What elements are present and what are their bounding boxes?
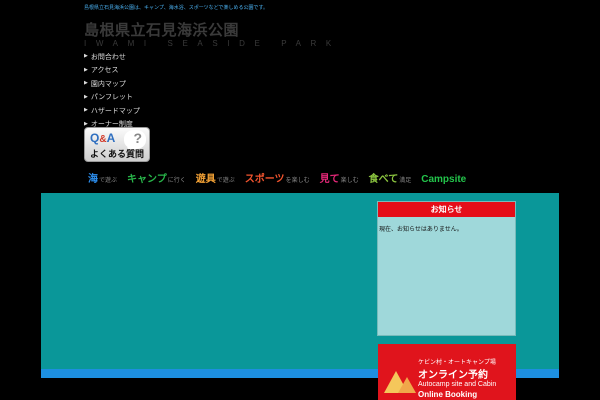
logo-english: IWAMI SEASIDE PARK — [84, 39, 341, 48]
category-menu: 海で遊ぶ キャンプ に行く 遊具 で遊ぶ スポーツ を楽しむ 見て 楽しむ 食べて 満足 … — [88, 170, 476, 186]
booking-english-subtitle: Autocamp site and Cabin — [418, 381, 497, 388]
menu-sea[interactable]: 海で遊ぶ — [88, 170, 117, 185]
menu-playground[interactable]: 遊具 で遊ぶ — [196, 170, 235, 185]
nav-item-label: パンフレット — [90, 93, 133, 102]
notice-body: 現在、お知らせはありません。 — [379, 226, 463, 233]
qa-a-letter: A — [106, 131, 116, 145]
notice-box: お知らせ 現在、お知らせはありません。 — [377, 201, 516, 336]
header-tagline: 島根県立石見海浜公園は、キャンプ、海水浴、スポーツなどで楽しめる公園です。 — [84, 4, 268, 12]
logo-japanese: 島根県立石見海浜公園 — [84, 21, 240, 39]
menu-sports-sub: を楽しむ — [285, 177, 310, 184]
faq-label: よくある質問 — [90, 150, 145, 160]
menu-sports-title: スポーツ — [244, 174, 285, 185]
menu-playground-title: 遊具 — [195, 174, 216, 185]
menu-food[interactable]: 食べて 満足 — [369, 170, 412, 185]
booking-title: オンライン予約 — [418, 370, 488, 381]
menu-sports[interactable]: スポーツ を楽しむ — [245, 170, 310, 185]
nav-item-hazard-map[interactable]: ▶ ハザードマップ — [84, 104, 140, 118]
nav-item-park-map[interactable]: ▶ 園内マップ — [84, 77, 140, 91]
nav-item-label: ハザードマップ — [90, 106, 140, 115]
booking-subtitle: ケビン村・オートキャンプ場 — [418, 359, 496, 366]
menu-camp-title: キャンプ — [127, 174, 167, 185]
menu-food-title: 食べて — [368, 174, 399, 185]
menu-camp[interactable]: キャンプ に行く — [127, 170, 186, 185]
triangle-icon: ▶ — [84, 80, 88, 87]
site-logo[interactable]: 島根県立石見海浜公園 IWAMI SEASIDE PARK — [84, 21, 341, 49]
menu-sea-title: 海 — [88, 174, 98, 185]
triangle-icon: ▶ — [84, 53, 88, 60]
online-booking-banner[interactable]: ケビン村・オートキャンプ場 オンライン予約 Autocamp site and … — [378, 344, 516, 400]
triangle-icon: ▶ — [84, 120, 88, 127]
triangle-icon: ▶ — [84, 107, 88, 114]
menu-campsite-title: Campsite — [421, 174, 467, 185]
menu-campsite[interactable]: Campsite — [421, 174, 466, 185]
triangle-icon: ▶ — [84, 66, 88, 73]
header-tagline-text: 島根県立石見海浜公園は、キャンプ、海水浴、スポーツなどで楽しめる公園です。 — [84, 5, 269, 11]
nav-item-pamphlet[interactable]: ▶ パンフレット — [84, 91, 140, 105]
nav-item-label: アクセス — [90, 66, 119, 75]
nav-item-access[interactable]: ▶ アクセス — [84, 64, 140, 78]
tent-icon-small — [398, 377, 416, 393]
booking-english-title: Online Booking — [418, 390, 478, 399]
nav-item-label: 園内マップ — [90, 79, 126, 88]
utility-nav: ▶ お問合わせ ▶ アクセス ▶ 園内マップ ▶ パンフレット ▶ ハザードマップ ▶ オー… — [84, 50, 140, 131]
qa-q-letter: Q — [90, 131, 100, 145]
menu-sightseeing-title: 見て — [319, 174, 340, 185]
menu-playground-sub: で遊ぶ — [216, 177, 235, 184]
notice-title: お知らせ — [378, 202, 515, 217]
qa-heading: Q&A — [90, 131, 115, 145]
qa-ampersand: & — [99, 134, 107, 145]
triangle-icon: ▶ — [84, 93, 88, 100]
menu-sightseeing-sub: 楽しむ — [340, 177, 359, 184]
question-mark-icon: ? — [133, 130, 142, 146]
menu-sea-sub: で遊ぶ — [99, 177, 118, 184]
nav-item-label: お問合わせ — [90, 52, 126, 61]
menu-sightseeing[interactable]: 見て 楽しむ — [320, 170, 359, 185]
menu-food-sub: 満足 — [399, 177, 412, 184]
faq-button[interactable]: Q&A ? よくある質問 — [84, 127, 150, 162]
menu-camp-sub: に行く — [167, 177, 186, 184]
nav-item-contact[interactable]: ▶ お問合わせ — [84, 50, 140, 64]
